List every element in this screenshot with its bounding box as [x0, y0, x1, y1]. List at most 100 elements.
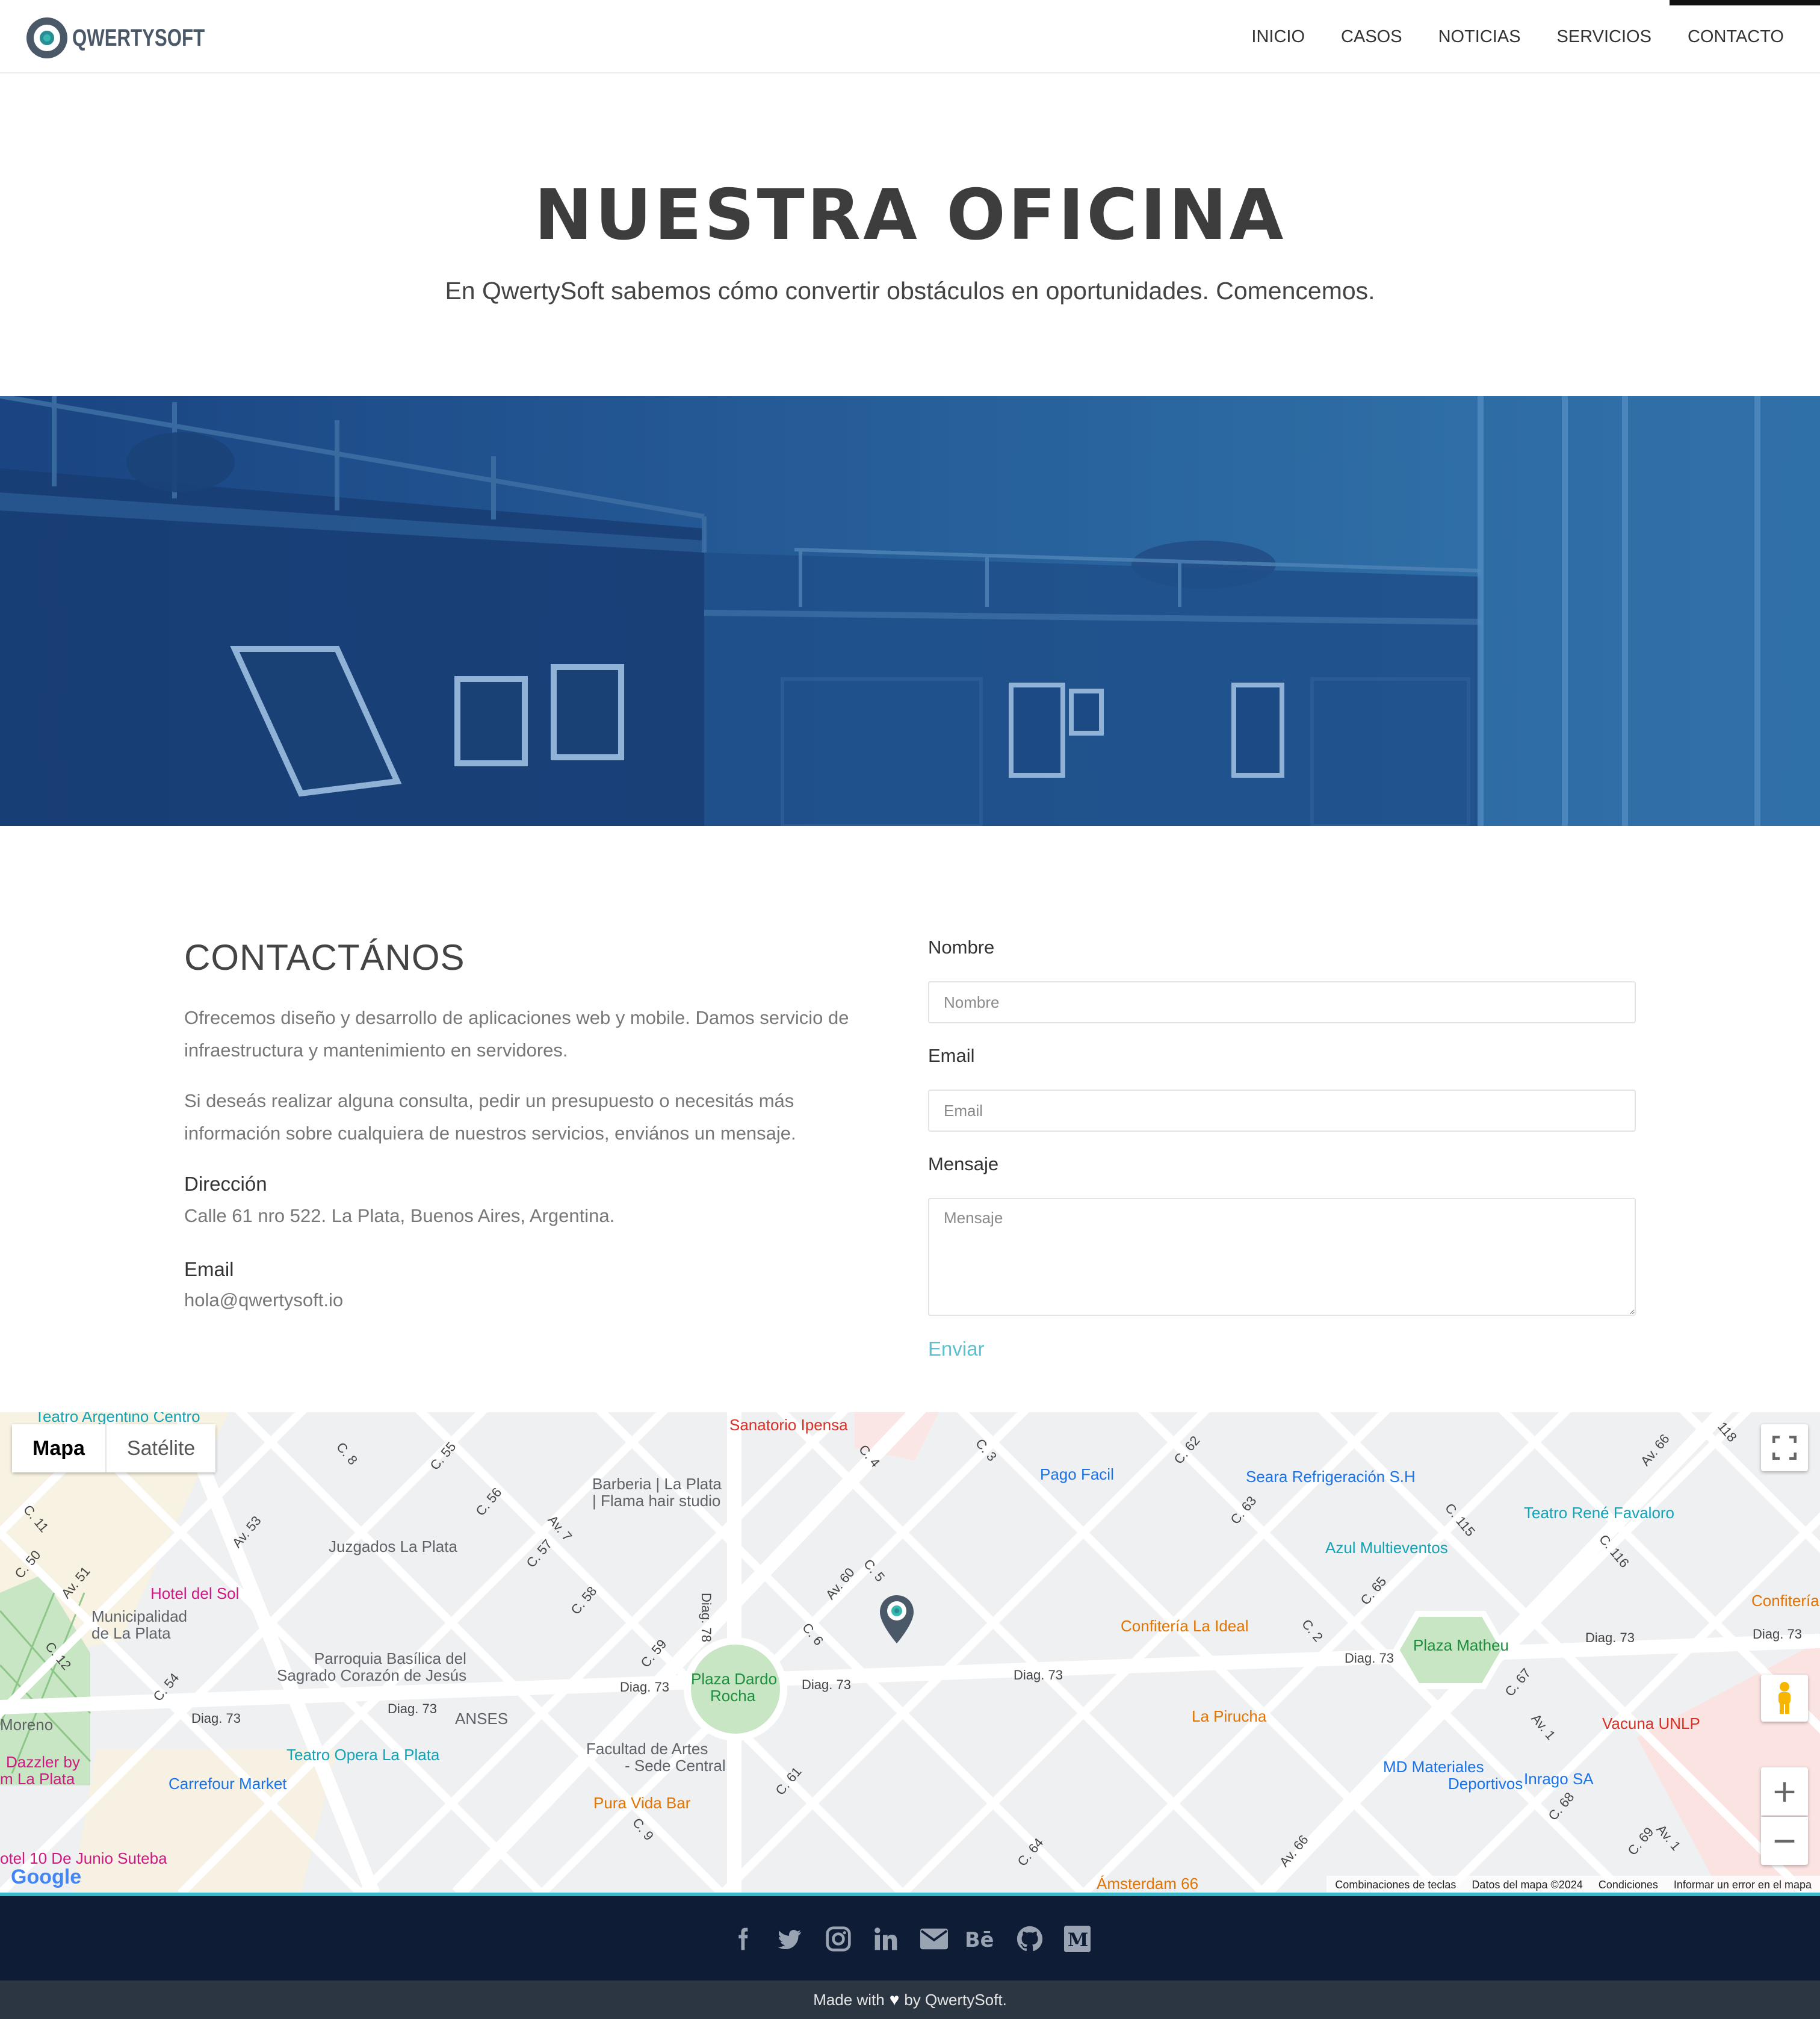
name-field[interactable] [928, 981, 1636, 1023]
address-label: Dirección [184, 1173, 267, 1195]
map-type-control: Mapa Satélite [12, 1424, 216, 1472]
map-data-attribution: Datos del mapa ©2024 [1472, 1878, 1583, 1891]
street-diag-73: Diag. 73 [191, 1711, 241, 1726]
map-type-satellite-button[interactable]: Satélite [106, 1424, 216, 1472]
nav-item-noticias[interactable]: NOTICIAS [1420, 0, 1539, 73]
place-facultad-de-artes[interactable]: Facultad de Artes [586, 1740, 708, 1758]
github-icon[interactable] [1013, 1922, 1047, 1956]
svg-text:Bē: Bē [965, 1928, 994, 1951]
social-links: Bē M [726, 1920, 1094, 1958]
pegman-icon [1778, 1682, 1791, 1714]
footer-credits: Made with ♥ by QwertySoft. [0, 1980, 1820, 2019]
send-button[interactable]: Enviar [928, 1338, 985, 1360]
street-view-pegman-icon[interactable] [1761, 1675, 1808, 1722]
email-field[interactable] [928, 1090, 1636, 1132]
contact-invitation: Si deseás realizar alguna consulta, pedi… [184, 1090, 796, 1144]
office-location-pin-icon[interactable] [880, 1595, 914, 1643]
place-facultad-line2: - Sede Central [625, 1757, 726, 1775]
place-barberia[interactable]: Barberia | La Plata [592, 1475, 722, 1493]
twitter-icon[interactable] [773, 1922, 807, 1956]
logo-eye-icon [26, 17, 67, 58]
place-plaza-dardo-rocha[interactable]: Plaza Dardo [691, 1670, 777, 1689]
address-value: Calle 61 nro 522. La Plata, Buenos Aires… [184, 1205, 615, 1226]
place-dazzler[interactable]: Dazzler by [6, 1753, 80, 1772]
street-diag-73: Diag. 73 [1345, 1651, 1394, 1666]
terms-link[interactable]: Condiciones [1599, 1879, 1658, 1891]
map-type-map-button[interactable]: Mapa [12, 1424, 107, 1472]
by-qwertysoft-text: by QwertySoft. [904, 1990, 1007, 2009]
place-parroquia-line2: Sagrado Corazón de Jesús [277, 1666, 467, 1684]
behance-icon[interactable]: Bē [965, 1922, 998, 1956]
email-label: Email [184, 1258, 234, 1280]
place-sanatorio-ipensa[interactable]: Sanatorio Ipensa [729, 1416, 848, 1434]
map-streets [0, 1412, 1820, 1894]
place-vacuna-unlp[interactable]: Vacuna UNLP [1602, 1714, 1700, 1733]
message-field-label: Mensaje [928, 1153, 999, 1174]
zoom-out-icon[interactable]: − [1761, 1817, 1808, 1865]
nav-item-inicio[interactable]: INICIO [1233, 0, 1323, 73]
contact-heading: CONTACTÁNOS [184, 937, 465, 978]
place-anses[interactable]: ANSES [455, 1710, 508, 1728]
place-md-materiales[interactable]: MD Materiales [1383, 1758, 1484, 1776]
place-juzgados[interactable]: Juzgados La Plata [329, 1537, 457, 1556]
place-inrago[interactable]: Inrago SA [1524, 1770, 1594, 1788]
report-error-link[interactable]: Informar un error en el mapa [1674, 1879, 1812, 1891]
facebook-icon[interactable] [726, 1922, 760, 1956]
email-value[interactable]: hola@qwertysoft.io [184, 1289, 343, 1311]
main-nav: INICIO CASOS NOTICIAS SERVICIOS CONTACTO [1233, 0, 1820, 73]
nav-item-contacto[interactable]: CONTACTO [1669, 0, 1820, 73]
medium-icon[interactable]: M [1060, 1922, 1094, 1956]
place-pago-facil[interactable]: Pago Facil [1040, 1465, 1114, 1484]
place-confiteria[interactable]: Confitería [1751, 1592, 1819, 1610]
google-logo: Google [11, 1865, 82, 1888]
place-plaza-matheu[interactable]: Plaza Matheu [1413, 1636, 1509, 1655]
place-barberia-line2: | Flama hair studio [592, 1492, 721, 1510]
place-azul-multieventos[interactable]: Azul Multieventos [1325, 1539, 1448, 1557]
street-diag-73: Diag. 73 [388, 1701, 437, 1716]
page-subtitle: En QwertySoft sabemos cómo convertir obs… [445, 277, 1375, 305]
place-dazzler-line2: m La Plata [0, 1770, 75, 1788]
place-amsterdam-66[interactable]: Ámsterdam 66 [1097, 1875, 1198, 1893]
brand-logo[interactable]: QWERTYSOFT [26, 17, 242, 59]
heart-icon: ♥ [889, 1990, 900, 2009]
place-confiteria-la-ideal[interactable]: Confitería La Ideal [1121, 1617, 1248, 1636]
street-diag-78: Diag. 78 [699, 1593, 714, 1642]
instagram-icon[interactable] [822, 1922, 855, 1956]
place-municipalidad[interactable]: Municipalidad [91, 1607, 187, 1626]
place-la-pirucha[interactable]: La Pirucha [1192, 1707, 1266, 1726]
place-carrefour-market[interactable]: Carrefour Market [169, 1775, 287, 1793]
made-with-text: Made with [813, 1990, 885, 2009]
place-parroquia[interactable]: Parroquia Basílica del [314, 1649, 466, 1668]
nav-item-casos[interactable]: CASOS [1323, 0, 1420, 73]
map-attribution: Combinaciones de teclas Datos del mapa ©… [1326, 1876, 1820, 1894]
street-diag-73: Diag. 73 [1753, 1627, 1802, 1642]
place-municipalidad-line2: de La Plata [91, 1624, 171, 1642]
place-moreno: Moreno [0, 1716, 54, 1734]
street-diag-73: Diag. 73 [1014, 1667, 1063, 1682]
place-teatro-rene-favaloro[interactable]: Teatro René Favaloro [1524, 1504, 1674, 1522]
office-building-illustration [0, 396, 1820, 826]
nav-item-servicios[interactable]: SERVICIOS [1539, 0, 1670, 73]
place-seara[interactable]: Seara Refrigeración S.H [1246, 1468, 1416, 1486]
street-diag-73: Diag. 73 [802, 1677, 851, 1692]
place-pura-vida-bar[interactable]: Pura Vida Bar [593, 1794, 690, 1813]
zoom-in-icon[interactable]: + [1761, 1767, 1808, 1816]
google-map[interactable]: Teatro Argentino Centro Sanatorio Ipensa… [0, 1412, 1820, 1894]
fullscreen-icon[interactable] [1761, 1424, 1808, 1471]
street-diag-73: Diag. 73 [1585, 1630, 1635, 1645]
email-icon[interactable] [917, 1922, 951, 1956]
place-teatro-opera[interactable]: Teatro Opera La Plata [286, 1746, 439, 1764]
svg-text:M: M [1068, 1929, 1089, 1951]
linkedin-icon[interactable] [869, 1922, 903, 1956]
keyboard-shortcuts-link[interactable]: Combinaciones de teclas [1335, 1879, 1456, 1891]
fullscreen-glyph-icon [1772, 1436, 1797, 1460]
email-field-label: Email [928, 1045, 975, 1066]
contact-description: Ofrecemos diseño y desarrollo de aplicac… [184, 1007, 849, 1061]
brand-name: QWERTYSOFT [72, 24, 205, 51]
message-field[interactable] [928, 1198, 1636, 1316]
name-field-label: Nombre [928, 937, 995, 958]
office-banner-image [0, 396, 1820, 826]
place-hotel-del-sol[interactable]: Hotel del Sol [150, 1584, 239, 1603]
place-plaza-dardo-rocha-line2: Rocha [710, 1687, 756, 1705]
place-md-materiales-line2: Deportivos [1448, 1775, 1523, 1793]
